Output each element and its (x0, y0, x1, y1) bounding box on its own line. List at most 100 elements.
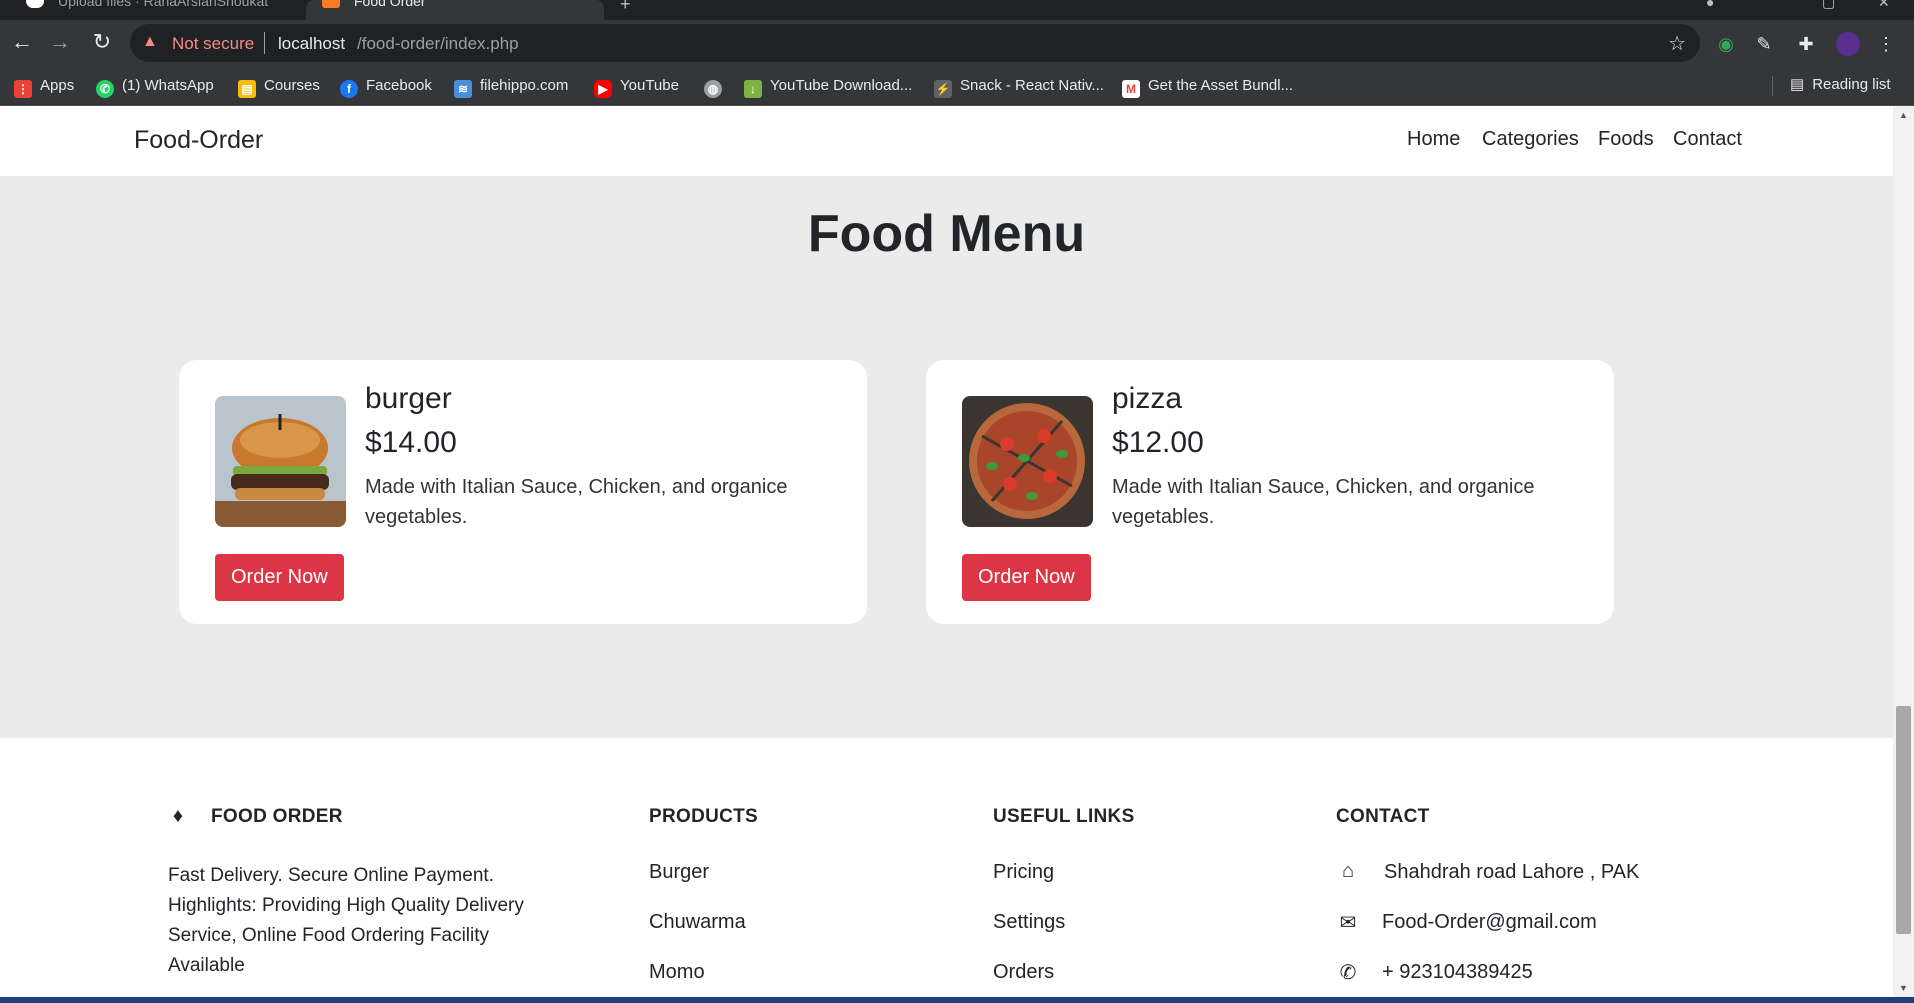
browser-tab-strip: Upload files · RanaArslanShoukat ✕ Food … (0, 0, 1914, 20)
bookmark-label: Apps (40, 77, 75, 94)
address-bar[interactable]: ▲ Not secure localhost /food-order/index… (130, 24, 1700, 62)
diamond-icon: ♦ (172, 805, 184, 827)
contact-address: Shahdrah road Lahore , PAK (1384, 861, 1640, 883)
footer-link-pricing[interactable]: Pricing (993, 861, 1054, 884)
bookmark-apps[interactable]: ⋮ Apps (14, 75, 75, 98)
contact-phone: + 923104389425 (1382, 961, 1533, 983)
food-price: $12.00 (1112, 426, 1204, 459)
xampp-icon (322, 0, 340, 8)
contact-heading: CONTACT (1336, 806, 1430, 827)
divider (1772, 76, 1773, 96)
browser-tab-upload[interactable]: Upload files · RanaArslanShoukat ✕ (10, 0, 300, 20)
bookmark-snack[interactable]: ⚡ Snack - React Nativ... (934, 75, 1104, 98)
bookmark-youtube-downloader[interactable]: ↓ YouTube Download... (744, 75, 913, 98)
food-price: $14.00 (365, 426, 457, 459)
restore-window-icon[interactable]: ▢ (1822, 0, 1835, 11)
bookmark-youtube[interactable]: ▶ YouTube (594, 75, 679, 98)
bookmark-label: YouTube (620, 77, 679, 94)
scroll-down-icon[interactable]: ▼ (1893, 983, 1914, 993)
reading-list-icon: ▤ (1790, 76, 1805, 93)
scroll-up-icon[interactable]: ▲ (1893, 110, 1914, 120)
bookmark-facebook[interactable]: f Facebook (340, 75, 432, 98)
footer-about-text: Fast Delivery. Secure Online Payment. Hi… (168, 865, 524, 976)
close-window-icon[interactable]: ✕ (1878, 0, 1890, 11)
browser-toolbar: ← → ↻ ▲ Not secure localhost /food-order… (0, 20, 1914, 66)
site-header: Food-Order Home Categories Foods Contact (0, 106, 1893, 176)
url-host: localhost (278, 34, 346, 53)
reading-list-label: Reading list (1812, 76, 1891, 93)
bookmarks-bar: ⋮ Apps ✆ (1) WhatsApp ▤ Courses f Facebook ≋… (0, 66, 1914, 106)
new-tab-icon[interactable]: + (620, 0, 631, 15)
courses-icon: ▤ (238, 80, 256, 98)
snack-icon: ⚡ (934, 80, 952, 98)
bookmark-label: Get the Asset Bundl... (1148, 77, 1294, 94)
order-now-button[interactable]: Order Now (215, 554, 344, 601)
profile-avatar[interactable] (1836, 32, 1860, 56)
nav-home[interactable]: Home (1407, 128, 1460, 151)
nav-foods[interactable]: Foods (1598, 128, 1654, 151)
filehippo-icon: ≋ (454, 80, 472, 98)
security-label[interactable]: Not secure (172, 34, 254, 54)
site-footer: ♦ FOOD ORDER Fast Delivery. Secure Onlin… (0, 738, 1893, 997)
food-name: pizza (1112, 382, 1183, 415)
footer-link-orders[interactable]: Orders (993, 961, 1054, 984)
page-scrollbar[interactable]: ▲ ▼ (1893, 106, 1914, 997)
bookmark-filehippo[interactable]: ≋ filehippo.com (454, 75, 569, 98)
facebook-icon: f (340, 80, 358, 98)
food-card-burger: burger $14.00 Made with Italian Sauce, C… (179, 360, 867, 624)
food-card-pizza: pizza $12.00 Made with Italian Sauce, Ch… (926, 360, 1614, 624)
product-link-chuwarma[interactable]: Chuwarma (649, 911, 746, 934)
reload-icon[interactable]: ↻ (88, 29, 116, 57)
profile-indicator-icon[interactable]: ● (1706, 0, 1714, 10)
tab-title: Upload files · RanaArslanShoukat (58, 0, 269, 9)
pizza-image (962, 396, 1093, 527)
product-link-burger[interactable]: Burger (649, 861, 709, 884)
scrollbar-thumb[interactable] (1896, 706, 1911, 934)
gmail-icon: M (1122, 80, 1140, 98)
apps-grid-icon: ⋮ (14, 80, 32, 98)
bookmark-label: filehippo.com (480, 77, 569, 94)
phone-icon: ✆ (1339, 962, 1357, 984)
url-path: /food-order/index.php (357, 34, 519, 53)
footer-link-settings[interactable]: Settings (993, 911, 1065, 934)
useful-links-heading: USEFUL LINKS (993, 806, 1135, 827)
extensions-puzzle-icon[interactable]: ✚ (1794, 32, 1818, 56)
order-now-button[interactable]: Order Now (962, 554, 1091, 601)
envelope-icon: ✉ (1339, 912, 1357, 934)
site-brand-link[interactable]: Food-Order (134, 126, 263, 155)
tab-title: Food Order (354, 0, 426, 9)
bookmark-whatsapp[interactable]: ✆ (1) WhatsApp (96, 75, 214, 98)
bookmark-courses[interactable]: ▤ Courses (238, 75, 320, 98)
product-link-momo[interactable]: Momo (649, 961, 705, 984)
bookmark-label: Facebook (366, 77, 432, 94)
bookmark-star-icon[interactable]: ☆ (1668, 31, 1686, 56)
browser-tab-food-order[interactable]: Food Order ✕ (306, 0, 604, 20)
reading-list-button[interactable]: ▤ Reading list (1790, 75, 1891, 93)
home-icon: ⌂ (1341, 860, 1355, 882)
extension-icon[interactable]: ◉ (1714, 32, 1738, 56)
bookmark-label: Courses (264, 77, 320, 94)
youtube-icon: ▶ (594, 80, 612, 98)
nav-contact[interactable]: Contact (1673, 128, 1742, 151)
footer-brand: FOOD ORDER (211, 806, 343, 827)
products-heading: PRODUCTS (649, 806, 759, 827)
web-page: Food-Order Home Categories Foods Contact… (0, 106, 1893, 997)
contact-email: Food-Order@gmail.com (1382, 911, 1597, 933)
bookmark-asset-bundle[interactable]: M Get the Asset Bundl... (1122, 75, 1294, 98)
pen-extension-icon[interactable]: ✎ (1752, 32, 1776, 56)
bookmark-globe[interactable]: ◍ (704, 75, 730, 98)
nav-categories[interactable]: Categories (1482, 128, 1579, 151)
whatsapp-icon: ✆ (96, 80, 114, 98)
globe-icon: ◍ (704, 80, 722, 98)
bookmark-label: Snack - React Nativ... (960, 77, 1104, 94)
bookmark-label: YouTube Download... (770, 77, 913, 94)
back-icon[interactable]: ← (8, 29, 36, 57)
divider (264, 32, 265, 54)
food-description: Made with Italian Sauce, Chicken, and or… (1112, 476, 1535, 528)
warning-icon: ▲ (142, 33, 158, 50)
bookmark-label: (1) WhatsApp (122, 77, 214, 94)
burger-image (215, 396, 346, 527)
menu-kebab-icon[interactable]: ⋮ (1874, 32, 1898, 56)
forward-icon[interactable]: → (46, 29, 74, 57)
download-icon: ↓ (744, 80, 762, 98)
